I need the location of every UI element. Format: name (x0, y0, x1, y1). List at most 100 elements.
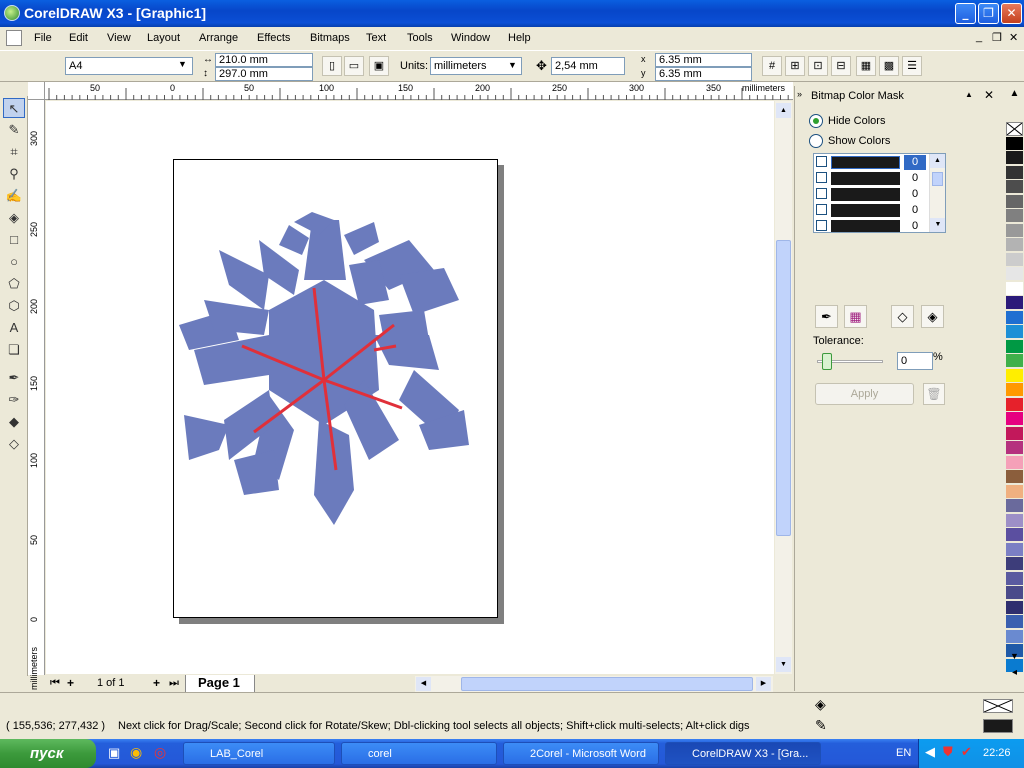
vertical-ruler[interactable]: 300 250 200 150 100 50 0 millimeters (28, 100, 45, 690)
snap-guidelines-button[interactable]: ⊞ (785, 56, 805, 76)
scroll-thumb[interactable] (461, 677, 753, 691)
palette-swatch[interactable] (1006, 122, 1023, 136)
show-colors-radio[interactable] (809, 134, 823, 148)
scroll-right-button[interactable]: ▶ (756, 677, 771, 691)
smart-fill-tool-icon[interactable]: ◈ (3, 208, 25, 228)
tray-arrow-icon[interactable]: ◀ (925, 744, 935, 760)
options-button[interactable]: ▩ (879, 56, 899, 76)
palette-swatch[interactable] (1006, 267, 1023, 281)
palette-swatch[interactable] (1006, 180, 1023, 194)
document-icon[interactable] (6, 30, 22, 46)
palette-swatch[interactable] (1006, 629, 1023, 644)
menu-edit[interactable]: Edit (69, 32, 88, 44)
paper-size-select[interactable]: A4 (65, 57, 193, 75)
palette-swatch[interactable] (1006, 426, 1023, 441)
palette-swatch[interactable] (1006, 354, 1023, 368)
opera-icon[interactable]: ◎ (154, 744, 166, 761)
palette-swatch[interactable] (1006, 209, 1023, 223)
palette-swatch[interactable] (1006, 528, 1023, 542)
treat-as-filled-button[interactable]: ▦ (856, 56, 876, 76)
color-row-checkbox[interactable] (816, 204, 827, 215)
eyedropper-tool-icon[interactable]: ✒ (3, 368, 25, 388)
palette-swatch[interactable] (1006, 368, 1023, 383)
eyedropper-icon[interactable]: ✒ (815, 305, 838, 328)
shape-tool-icon[interactable]: ✎ (3, 120, 25, 140)
palette-swatch[interactable] (1006, 397, 1023, 412)
task-corel[interactable]: corel (341, 742, 497, 765)
palette-swatch[interactable] (1006, 136, 1023, 151)
crop-tool-icon[interactable]: ⌗ (3, 142, 25, 162)
palette-scroll-down-icon[interactable]: ▼ (1006, 651, 1023, 665)
doc-minimize-button[interactable]: _ (976, 31, 982, 43)
palette-swatch[interactable] (1006, 484, 1023, 499)
rectangle-tool-icon[interactable]: □ (3, 230, 25, 250)
menu-effects[interactable]: Effects (257, 32, 290, 44)
pick-tool-icon[interactable]: ↖ (3, 98, 25, 118)
palette-swatch[interactable] (1006, 194, 1023, 209)
palette-swatch[interactable] (1006, 470, 1023, 484)
snowflake-drawing[interactable] (174, 160, 499, 619)
doc-restore-button[interactable]: ❐ (992, 31, 1002, 44)
portrait-button[interactable]: ▯ (322, 56, 342, 76)
menu-help[interactable]: Help (508, 32, 531, 44)
title-bar[interactable]: CorelDRAW X3 - [Graphic1] _ ❐ ✕ (0, 0, 1024, 27)
security-icon[interactable]: ✔ (961, 744, 972, 760)
polygon-tool-icon[interactable]: ⬠ (3, 274, 25, 294)
vertical-scrollbar[interactable]: ▲ ▼ (775, 101, 792, 674)
palette-swatch[interactable] (1006, 441, 1023, 455)
color-picker-icon[interactable]: ▦ (844, 305, 867, 328)
color-swatch[interactable] (831, 172, 900, 185)
task-lab-corel[interactable]: LAB_Corel (183, 742, 335, 765)
palette-swatch[interactable] (1006, 600, 1023, 615)
expand-arrows-icon[interactable]: » (797, 89, 802, 99)
quicklaunch-icon[interactable]: ▣ (108, 745, 120, 761)
palette-swatch[interactable] (1006, 571, 1023, 586)
color-row-checkbox[interactable] (816, 156, 827, 167)
scroll-left-button[interactable]: ◀ (416, 677, 431, 691)
palette-swatch[interactable] (1006, 339, 1023, 354)
menu-window[interactable]: Window (451, 32, 490, 44)
interactive-fill-tool-icon[interactable]: ◇ (3, 434, 25, 454)
apply-button[interactable]: Apply (815, 383, 914, 405)
palette-scroll-up-icon[interactable]: ▲ (1006, 88, 1023, 104)
palette-swatch[interactable] (1006, 310, 1023, 325)
interactive-blend-tool-icon[interactable]: ❏ (3, 340, 25, 360)
color-swatch[interactable] (831, 188, 900, 201)
tolerance-slider[interactable] (813, 349, 885, 373)
align-button[interactable]: ☰ (902, 56, 922, 76)
nudge-distance-field[interactable]: 2,54 mm (551, 57, 625, 75)
color-row-checkbox[interactable] (816, 172, 827, 183)
menu-tools[interactable]: Tools (407, 32, 433, 44)
text-tool-icon[interactable]: A (3, 318, 25, 338)
coreldraw-app-icon[interactable] (4, 5, 20, 21)
horizontal-scrollbar[interactable]: ◀ ▶ (415, 676, 773, 692)
page-height-field[interactable]: 297.0 mm (215, 67, 313, 81)
palette-swatch[interactable] (1006, 325, 1023, 339)
color-swatch[interactable] (831, 156, 900, 169)
restore-button[interactable]: ❐ (978, 3, 999, 24)
menu-view[interactable]: View (107, 32, 131, 44)
palette-swatch[interactable] (1006, 542, 1023, 557)
basic-shapes-tool-icon[interactable]: ⬡ (3, 296, 25, 316)
palette-flyout-icon[interactable]: ◂ (1006, 667, 1023, 681)
palette-swatch[interactable] (1006, 557, 1023, 571)
open-mask-icon[interactable]: ◇ (891, 305, 914, 328)
palette-swatch[interactable] (1006, 499, 1023, 513)
docker-close-icon[interactable]: ✕ (984, 88, 994, 102)
duplicate-y-field[interactable]: 6.35 mm (655, 67, 752, 81)
page-layout-button[interactable]: ▣ (369, 56, 389, 76)
ellipse-tool-icon[interactable]: ○ (3, 252, 25, 272)
chevron-down-icon[interactable]: ▼ (178, 59, 187, 69)
language-indicator[interactable]: EN (896, 747, 911, 759)
palette-swatch[interactable] (1006, 165, 1023, 180)
palette-swatch[interactable] (1006, 238, 1023, 252)
scroll-thumb[interactable] (776, 240, 791, 536)
scroll-up-button[interactable]: ▲ (776, 103, 791, 118)
freehand-tool-icon[interactable]: ✍ (3, 186, 25, 206)
landscape-button[interactable]: ▭ (344, 56, 364, 76)
first-page-icon[interactable]: ⏮ (50, 677, 60, 690)
palette-swatch[interactable] (1006, 412, 1023, 426)
chrome-icon[interactable]: ◉ (130, 744, 142, 761)
hide-colors-radio[interactable] (809, 114, 823, 128)
close-button[interactable]: ✕ (1001, 3, 1022, 24)
